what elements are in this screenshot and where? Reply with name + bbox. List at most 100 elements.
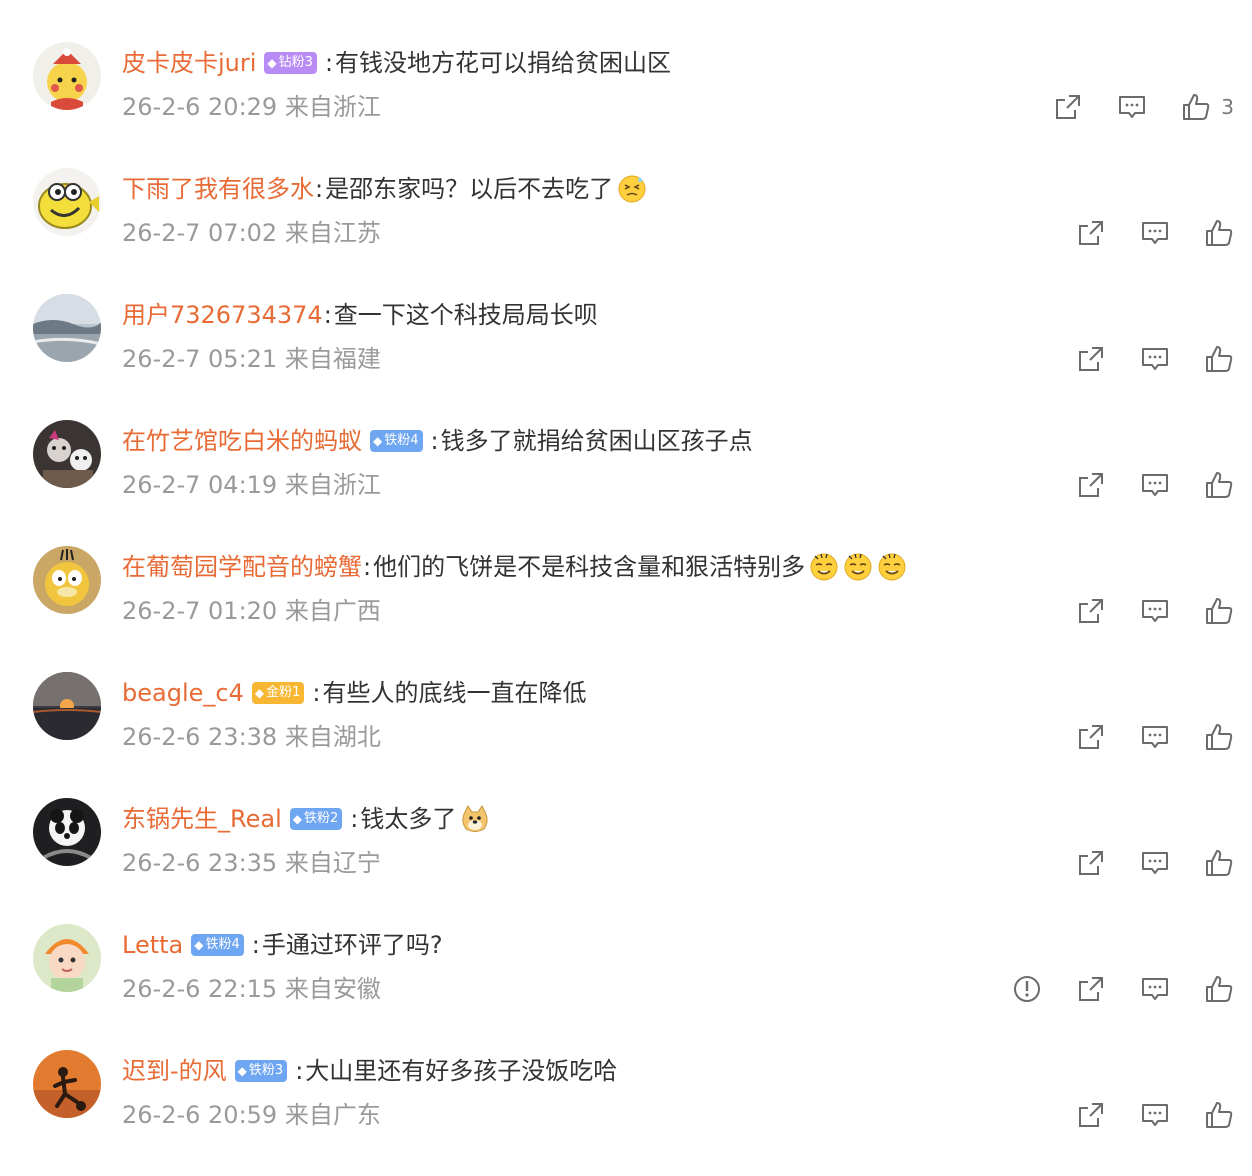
like-button[interactable] <box>1204 974 1234 1004</box>
location: 来自江苏 <box>284 219 381 247</box>
share-icon[interactable] <box>1076 722 1106 752</box>
share-icon[interactable] <box>1076 344 1106 374</box>
comment-item: 用户7326734374 : 查一下这个科技局局长呗 26-2-7 05:21 … <box>0 294 1252 420</box>
reply-comment-icon[interactable] <box>1117 92 1147 122</box>
timestamp: 26-2-7 05:21 <box>122 345 278 373</box>
username-link[interactable]: Letta <box>122 926 183 964</box>
action-bar <box>978 972 1234 1006</box>
colon-separator: : <box>312 679 321 707</box>
colon-separator: : <box>295 1057 304 1085</box>
dizzy-face-emoji <box>617 174 647 204</box>
share-icon[interactable] <box>1076 848 1106 878</box>
avatar[interactable] <box>33 420 101 488</box>
share-icon[interactable] <box>1076 596 1106 626</box>
reply-comment-icon[interactable] <box>1140 974 1170 1004</box>
iron-gem-icon: ◆ <box>373 434 383 448</box>
colon-separator: : <box>251 931 260 959</box>
avatar[interactable] <box>33 672 101 740</box>
thumbs-up-icon <box>1204 1100 1234 1130</box>
reply-comment-icon[interactable] <box>1140 722 1170 752</box>
like-button[interactable] <box>1204 218 1234 248</box>
comment-meta: 26-2-7 05:21 来自福建 <box>122 342 381 376</box>
comment-item: 迟到-的风 ◆ 铁粉3 : 大山里还有好多孩子没饭吃哈 26-2-6 20:59 … <box>0 1050 1252 1176</box>
location: 来自浙江 <box>284 471 381 499</box>
comment-list: 皮卡皮卡juri ◆ 钻粉3 : 有钱没地方花可以捐给贫困山区 26-2-6 20… <box>0 0 1252 1138</box>
timestamp: 26-2-7 07:02 <box>122 219 278 247</box>
colon-separator: : <box>350 805 359 833</box>
fan-badge[interactable]: ◆ 铁粉2 <box>289 808 343 830</box>
reply-comment-icon[interactable] <box>1140 218 1170 248</box>
username-link[interactable]: 用户7326734374 <box>122 296 323 334</box>
share-icon[interactable] <box>1076 974 1106 1004</box>
comment-text: 他们的飞饼是不是科技含量和狠活特别多 <box>373 553 806 581</box>
comment-meta: 26-2-7 07:02 来自江苏 <box>122 216 381 250</box>
doge-emoji <box>460 804 490 834</box>
thumbs-up-icon <box>1204 218 1234 248</box>
reply-comment-icon[interactable] <box>1140 848 1170 878</box>
avatar[interactable] <box>33 42 101 110</box>
timestamp: 26-2-6 23:38 <box>122 723 278 751</box>
like-button[interactable] <box>1204 344 1234 374</box>
avatar[interactable] <box>33 294 101 362</box>
username-link[interactable]: 下雨了我有很多水 <box>122 170 314 208</box>
reply-comment-icon[interactable] <box>1140 470 1170 500</box>
comment-line: 东锅先生_Real ◆ 铁粉2 : 钱太多了 <box>122 800 490 838</box>
fan-badge[interactable]: ◆ 钻粉3 <box>264 52 317 74</box>
comment-text: 钱太多了 <box>360 805 457 833</box>
comment-item: 在竹艺馆吃白米的蚂蚁 ◆ 铁粉4 : 钱多了就捐给贫困山区孩子点 26-2-7 0… <box>0 420 1252 546</box>
share-icon[interactable] <box>1076 1100 1106 1130</box>
diamond-gem-icon: ◆ <box>267 56 277 70</box>
fan-badge[interactable]: ◆ 铁粉3 <box>234 1060 288 1082</box>
like-count: 3 <box>1221 95 1234 119</box>
avatar[interactable] <box>33 168 101 236</box>
username-link[interactable]: 在葡萄园学配音的螃蟹 <box>122 548 362 586</box>
colon-separator: : <box>315 175 324 203</box>
iron-gem-icon: ◆ <box>237 1064 247 1078</box>
action-bar <box>1042 342 1234 376</box>
reply-comment-icon[interactable] <box>1140 596 1170 626</box>
comment-line: 在竹艺馆吃白米的蚂蚁 ◆ 铁粉4 : 钱多了就捐给贫困山区孩子点 <box>122 422 753 460</box>
gold-gem-icon: ◆ <box>254 686 265 700</box>
thumbs-up-icon <box>1204 848 1234 878</box>
like-button[interactable] <box>1204 722 1234 752</box>
avatar[interactable] <box>33 798 101 866</box>
share-icon[interactable] <box>1053 92 1083 122</box>
sweat-smile-emoji <box>843 552 873 582</box>
timestamp: 26-2-6 22:15 <box>122 975 278 1003</box>
action-bar <box>1042 720 1234 754</box>
username-link[interactable]: 在竹艺馆吃白米的蚂蚁 <box>122 422 362 460</box>
report-icon[interactable] <box>1012 974 1042 1004</box>
action-bar <box>1042 846 1234 880</box>
username-link[interactable]: 东锅先生_Real <box>122 800 282 838</box>
username-link[interactable]: 皮卡皮卡juri <box>122 44 256 82</box>
like-button[interactable] <box>1204 596 1234 626</box>
like-button[interactable] <box>1204 1100 1234 1130</box>
thumbs-up-icon <box>1204 974 1234 1004</box>
timestamp: 26-2-6 20:59 <box>122 1101 278 1129</box>
username-link[interactable]: beagle_c4 <box>122 674 244 712</box>
like-button[interactable] <box>1204 470 1234 500</box>
comment-line: 皮卡皮卡juri ◆ 钻粉3 : 有钱没地方花可以捐给贫困山区 <box>122 44 671 82</box>
like-button[interactable]: 3 <box>1181 92 1234 122</box>
avatar[interactable] <box>33 546 101 614</box>
share-icon[interactable] <box>1076 470 1106 500</box>
fan-badge[interactable]: ◆ 铁粉4 <box>370 430 423 452</box>
comment-item: 东锅先生_Real ◆ 铁粉2 : 钱太多了 26-2-6 23:35 来自辽宁 <box>0 798 1252 924</box>
like-button[interactable] <box>1204 848 1234 878</box>
thumbs-up-icon <box>1181 92 1211 122</box>
comment-meta: 26-2-6 20:29 来自浙江 <box>122 90 381 124</box>
comment-text: 有些人的底线一直在降低 <box>322 679 587 707</box>
fan-badge[interactable]: ◆ 铁粉4 <box>191 934 244 956</box>
reply-comment-icon[interactable] <box>1140 344 1170 374</box>
timestamp: 26-2-6 20:29 <box>122 93 278 121</box>
share-icon[interactable] <box>1076 218 1106 248</box>
action-bar <box>1042 468 1234 502</box>
username-link[interactable]: 迟到-的风 <box>122 1052 227 1090</box>
comment-item: Letta ◆ 铁粉4 : 手通过环评了吗? 26-2-6 22:15 来自安徽 <box>0 924 1252 1050</box>
avatar[interactable] <box>33 924 101 992</box>
fan-badge[interactable]: ◆ 金粉1 <box>251 682 305 704</box>
reply-comment-icon[interactable] <box>1140 1100 1170 1130</box>
location: 来自浙江 <box>284 93 381 121</box>
colon-separator: : <box>363 553 372 581</box>
avatar[interactable] <box>33 1050 101 1118</box>
